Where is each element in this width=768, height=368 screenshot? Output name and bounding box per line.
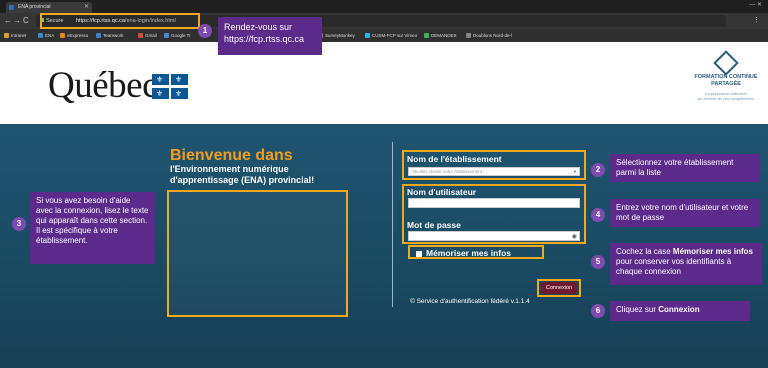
username-input[interactable] bbox=[408, 198, 580, 208]
bookmark-item[interactable]: eExpresso bbox=[60, 29, 88, 42]
tab-title: ENA provincial bbox=[18, 4, 51, 10]
step-number-6: 6 bbox=[591, 304, 605, 318]
remember-checkbox[interactable] bbox=[416, 251, 422, 257]
bookmark-item[interactable]: Google Tr bbox=[164, 29, 191, 42]
fcp-logo[interactable]: FORMATION CONTINUE PARTAGÉE La puissance… bbox=[688, 50, 764, 120]
site-header: Québec FORMATION CONTINUE PARTAGÉE La pu… bbox=[0, 42, 768, 124]
vertical-divider bbox=[392, 142, 393, 307]
fcp-tagline-2: au service de vos compétences bbox=[697, 96, 755, 101]
callout-5: Cochez la case Mémoriser mes infos pour … bbox=[610, 243, 762, 285]
reload-icon[interactable]: C bbox=[23, 16, 29, 25]
password-label: Mot de passe bbox=[407, 220, 461, 230]
fcp-title-2: PARTAGÉE bbox=[711, 81, 741, 87]
bookmark-item[interactable]: Doublons Nord-de-l bbox=[466, 29, 512, 42]
show-password-icon[interactable]: ◉ bbox=[572, 233, 577, 240]
fcp-emblem-icon bbox=[713, 50, 739, 76]
bookmark-item[interactable]: Gmail bbox=[138, 29, 157, 42]
bookmark-item[interactable]: ENA bbox=[38, 29, 54, 42]
favicon-icon bbox=[9, 5, 14, 10]
back-icon[interactable]: ← bbox=[4, 16, 12, 25]
callout-4: Entrez votre nom d'utilisateur et votre … bbox=[610, 199, 760, 227]
bookmark-icon bbox=[38, 33, 43, 38]
connexion-button[interactable]: Connexion bbox=[541, 282, 577, 294]
menu-icon[interactable]: ⋮ bbox=[753, 16, 760, 24]
help-section bbox=[167, 190, 348, 317]
bookmark-icon bbox=[365, 33, 370, 38]
callout-1: Rendez-vous sur https://fcp.rtss.qc.ca bbox=[218, 17, 322, 55]
bookmark-item[interactable]: CUSM-FCP sur Vimeo bbox=[365, 29, 417, 42]
window-controls[interactable]: — ✕ bbox=[749, 1, 762, 8]
step-number-3: 3 bbox=[12, 217, 26, 231]
establishment-placeholder: Veuillez choisir votre établissement bbox=[412, 169, 483, 174]
bookmark-label: CUSM-FCP sur Vimeo bbox=[372, 33, 418, 38]
establishment-label: Nom de l'établissement bbox=[407, 154, 502, 164]
forward-icon[interactable]: → bbox=[13, 16, 21, 25]
callout-5-bold: Mémoriser mes infos bbox=[672, 247, 753, 256]
bookmark-label: eExpresso bbox=[67, 33, 89, 38]
bookmark-icon bbox=[466, 33, 471, 38]
copyright-text: © Service d'authentification fédéré v.1.… bbox=[410, 298, 530, 305]
callout-6-bold: Connexion bbox=[658, 305, 700, 314]
username-label: Nom d'utilisateur bbox=[407, 187, 477, 197]
close-tab-icon[interactable]: ✕ bbox=[84, 2, 89, 13]
bookmark-item[interactable]: SurveyMonkey bbox=[318, 29, 355, 42]
bookmark-item[interactable]: DEMANDES bbox=[424, 29, 457, 42]
bookmark-icon bbox=[138, 33, 143, 38]
bookmark-label: Intranet bbox=[11, 33, 27, 38]
chevron-down-icon: ▾ bbox=[573, 169, 576, 174]
callout-3: Si vous avez besoin d'aide avec la conne… bbox=[30, 192, 155, 264]
bookmark-label: Doublons Nord-de-l bbox=[473, 33, 513, 38]
step-number-4: 4 bbox=[591, 208, 605, 222]
bookmark-item[interactable]: Intranet bbox=[4, 29, 26, 42]
bookmark-label: Google Tr bbox=[171, 33, 191, 38]
bookmark-item[interactable]: Teamwork bbox=[96, 29, 124, 42]
bookmark-label: Gmail bbox=[145, 33, 157, 38]
welcome-subtitle-1: l'Environnement numérique bbox=[170, 164, 289, 174]
password-input[interactable]: ◉ bbox=[408, 231, 580, 241]
welcome-title: Bienvenue dans bbox=[170, 147, 293, 164]
callout-5-pre: Cochez la case bbox=[616, 247, 673, 256]
welcome-subtitle-2: d'apprentissage (ENA) provincial! bbox=[170, 175, 315, 185]
callout-6: Cliquez sur Connexion bbox=[610, 301, 750, 321]
step-number-2: 2 bbox=[591, 163, 605, 177]
bookmark-icon bbox=[424, 33, 429, 38]
step-number-5: 5 bbox=[591, 255, 605, 269]
quebec-flag-icon bbox=[152, 74, 190, 100]
bookmark-label: DEMANDES bbox=[431, 33, 457, 38]
bookmark-label: SurveyMonkey bbox=[325, 33, 355, 38]
bookmark-label: ENA bbox=[45, 33, 55, 38]
bookmark-label: Teamwork bbox=[103, 33, 124, 38]
bookmarks-bar: Intranet ENA eExpresso Teamwork Gmail Go… bbox=[0, 29, 768, 42]
bookmark-icon bbox=[164, 33, 169, 38]
callout-5-post: pour conserver vos identifiants à chaque… bbox=[616, 257, 732, 276]
step-number-1: 1 bbox=[198, 24, 212, 38]
callout-2: Sélectionnez votre établissement parmi l… bbox=[610, 154, 760, 182]
quebec-logo[interactable]: Québec bbox=[48, 64, 159, 107]
bookmark-icon bbox=[4, 33, 9, 38]
establishment-select[interactable]: Veuillez choisir votre établissement ▾ bbox=[408, 167, 580, 176]
browser-tab[interactable]: ENA provincial ✕ bbox=[6, 2, 92, 13]
welcome-block: Bienvenue dans l'Environnement numérique… bbox=[170, 148, 314, 186]
url-highlight bbox=[40, 13, 200, 29]
bookmark-icon bbox=[60, 33, 65, 38]
callout-6-pre: Cliquez sur bbox=[616, 305, 659, 314]
tab-strip: ENA provincial ✕ — ✕ bbox=[0, 0, 768, 13]
remember-label[interactable]: Mémoriser mes infos bbox=[426, 248, 511, 258]
bookmark-icon bbox=[96, 33, 101, 38]
